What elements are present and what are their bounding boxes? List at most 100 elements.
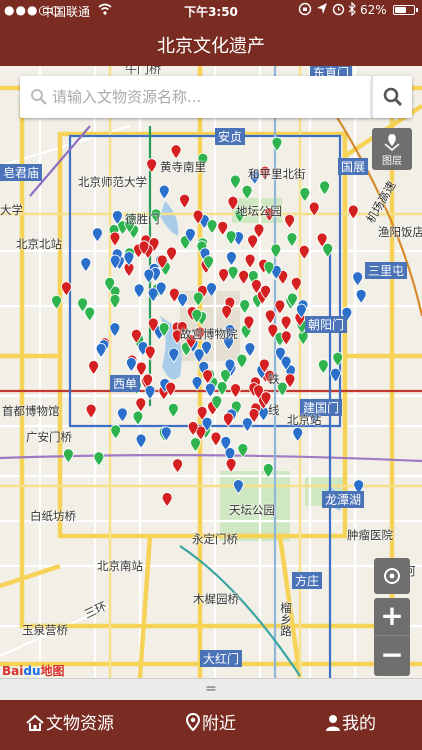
heritage-marker-red[interactable] <box>144 345 156 361</box>
map-label-beijing-station: 北京站 <box>287 413 322 427</box>
battery-icon <box>393 5 418 15</box>
heritage-marker-green[interactable] <box>317 359 329 375</box>
map-label-beijing-north: 北京北站 <box>16 237 62 251</box>
map-label-daxue: 大学 <box>0 203 23 217</box>
search-icon <box>31 89 47 105</box>
heritage-marker-red[interactable] <box>135 397 147 413</box>
heritage-marker-red[interactable] <box>179 193 190 209</box>
map-label-liuxiang: 榴乡路 <box>279 602 293 637</box>
heritage-marker-green[interactable] <box>241 184 253 200</box>
search-button[interactable] <box>372 76 412 118</box>
heritage-marker-green[interactable] <box>239 299 251 315</box>
heritage-marker-green[interactable] <box>62 448 74 464</box>
map-label-xidan: 西单 <box>110 375 141 392</box>
map-label-capital-museum: 首都博物馆 <box>2 404 60 418</box>
heritage-marker-blue[interactable] <box>117 407 128 423</box>
heritage-marker-green[interactable] <box>322 242 334 258</box>
heritage-marker-green[interactable] <box>167 402 179 418</box>
heritage-marker-green[interactable] <box>286 232 298 248</box>
heritage-marker-red[interactable] <box>217 220 229 236</box>
heritage-marker-green[interactable] <box>332 351 344 367</box>
map-label-zaojunmiao: 皂君庙 <box>0 164 43 181</box>
map-label-tumor-hospital: 肿瘤医院 <box>347 528 393 542</box>
map-label-palace-museum: 故宫博物院 <box>180 327 238 341</box>
map-label-fangzhuang: 方庄 <box>292 572 323 589</box>
search-input[interactable] <box>52 84 362 110</box>
target-icon <box>384 568 400 584</box>
heritage-marker-green[interactable] <box>132 410 144 426</box>
heritage-marker-red[interactable] <box>244 253 256 269</box>
heritage-marker-red[interactable] <box>264 309 276 325</box>
locate-button[interactable] <box>374 558 410 594</box>
heritage-marker-blue[interactable] <box>226 251 237 267</box>
map-label-baizhifang: 白纸坊桥 <box>30 509 76 523</box>
heritage-marker-green[interactable] <box>84 306 96 322</box>
heritage-marker-blue[interactable] <box>135 433 147 449</box>
heritage-marker-green[interactable] <box>110 424 122 440</box>
map-label-guanganmen: 广安门桥 <box>26 430 72 444</box>
map-label-beijing-south: 北京南站 <box>97 559 143 573</box>
map-label-bnu: 北京师范大学 <box>78 175 147 189</box>
layer-button[interactable]: 图层 <box>372 128 412 170</box>
lock-rotation-icon <box>298 2 312 16</box>
heritage-marker-red[interactable] <box>109 231 121 247</box>
heritage-marker-green[interactable] <box>270 243 282 259</box>
heritage-marker-red[interactable] <box>146 158 158 174</box>
heritage-marker-red[interactable] <box>274 299 286 315</box>
map-label-ditan: 地坛公园 <box>236 204 282 218</box>
drawer-handle[interactable]: = <box>0 678 422 700</box>
heritage-marker-red[interactable] <box>225 458 237 474</box>
heritage-marker-blue[interactable] <box>244 342 256 358</box>
tab-heritage-resources[interactable]: 文物资源 <box>26 700 114 750</box>
heritage-marker-blue[interactable] <box>355 288 367 304</box>
map-label-xian: 线 <box>268 403 280 417</box>
heritage-marker-red[interactable] <box>347 204 359 220</box>
heritage-marker-green[interactable] <box>299 187 311 203</box>
map-label-guozhan: 国展 <box>338 158 369 175</box>
heritage-marker-blue[interactable] <box>144 385 156 400</box>
zoom-out-button[interactable]: − <box>374 637 410 675</box>
heritage-marker-blue[interactable] <box>95 343 107 358</box>
heritage-marker-red[interactable] <box>161 492 173 508</box>
heritage-marker-red[interactable] <box>218 268 230 284</box>
clock: 下午3:50 <box>184 5 238 19</box>
heritage-marker-red[interactable] <box>280 315 292 331</box>
heritage-marker-green[interactable] <box>225 230 237 246</box>
heritage-marker-red[interactable] <box>247 234 259 250</box>
heritage-marker-green[interactable] <box>271 136 283 152</box>
heritage-marker-red[interactable] <box>284 213 295 229</box>
heritage-marker-red[interactable] <box>210 431 222 447</box>
heritage-marker-blue[interactable] <box>133 283 145 299</box>
heritage-marker-blue[interactable] <box>109 322 121 338</box>
heritage-marker-red[interactable] <box>172 458 183 474</box>
heritage-marker-green[interactable] <box>216 381 228 397</box>
heritage-marker-red[interactable] <box>135 361 147 377</box>
map-view[interactable]: 牛门桥 东直门 安贞 黄寺南里 和平里北街 国展 皂君庙 北京师范大学 机场高速… <box>0 66 422 678</box>
heritage-marker-red[interactable] <box>238 269 250 285</box>
status-bar: ●●●○○ 中国联通 下午3:50 62% <box>0 0 422 20</box>
heritage-marker-red[interactable] <box>88 360 99 376</box>
heritage-marker-blue[interactable] <box>241 417 253 433</box>
heritage-marker-green[interactable] <box>319 180 331 196</box>
heritage-marker-green[interactable] <box>236 353 248 369</box>
heritage-marker-blue[interactable] <box>80 257 92 273</box>
map-label-anzhen: 安贞 <box>215 128 246 145</box>
bluetooth-icon <box>348 2 356 16</box>
map-label-huangsi: 黄寺南里 <box>160 160 206 174</box>
map-label-tie: 铁 <box>268 372 280 386</box>
location-icon <box>317 3 327 14</box>
search-box[interactable] <box>20 76 372 118</box>
tab-mine[interactable]: 我的 <box>326 700 376 750</box>
heritage-marker-red[interactable] <box>170 144 182 160</box>
tab-bar: 文物资源 附近 我的 <box>0 700 422 750</box>
heritage-marker-red[interactable] <box>222 412 234 428</box>
heritage-marker-blue[interactable] <box>125 357 137 373</box>
heritage-marker-blue[interactable] <box>143 268 155 284</box>
tab-nearby[interactable]: 附近 <box>186 700 236 750</box>
heritage-marker-green[interactable] <box>227 265 239 281</box>
heritage-marker-green[interactable] <box>230 174 241 190</box>
heritage-marker-blue[interactable] <box>158 184 170 200</box>
heritage-marker-red[interactable] <box>166 246 177 262</box>
zoom-in-button[interactable]: + <box>374 598 410 636</box>
home-icon <box>26 715 44 731</box>
